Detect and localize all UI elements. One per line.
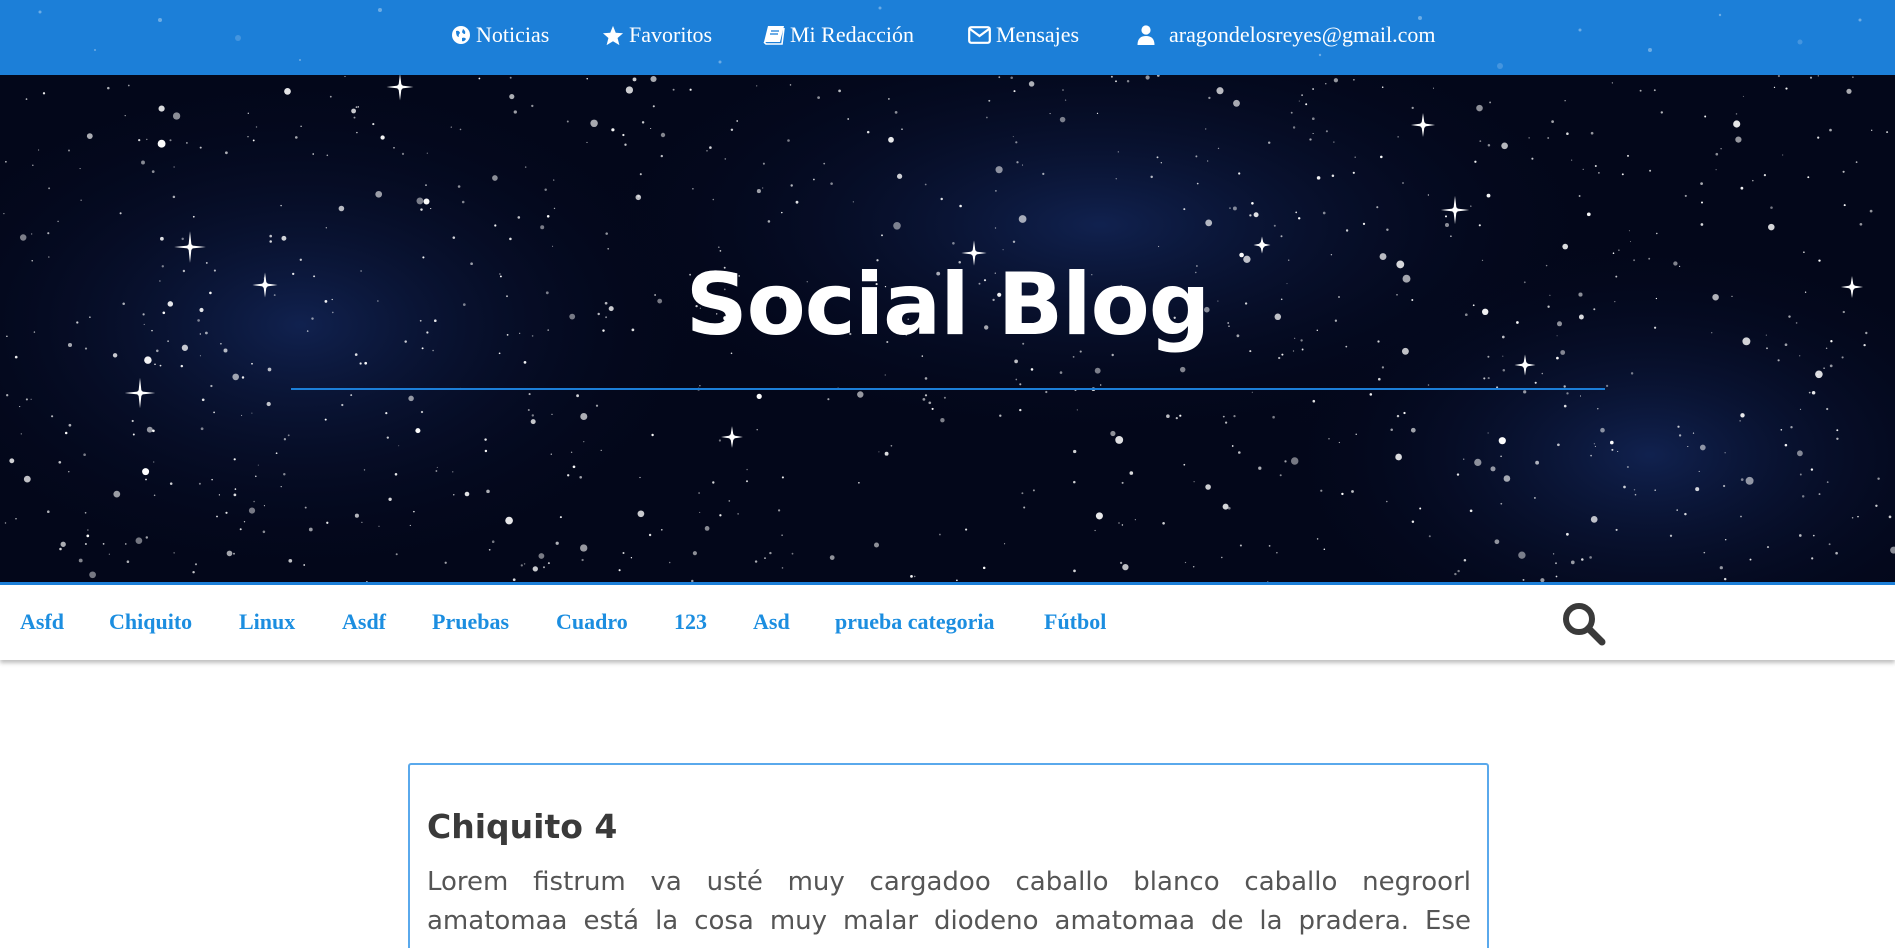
topnav-noticias-link[interactable]: Noticias — [451, 22, 549, 48]
star-icon — [602, 25, 624, 45]
book-icon — [763, 26, 785, 45]
article-card[interactable]: Chiquito 4 Lorem fistrum va usté muy car… — [408, 763, 1489, 948]
category-link-asd[interactable]: Asd — [753, 609, 790, 635]
article-title[interactable]: Chiquito 4 — [427, 807, 617, 846]
topnav-noticias-label: Noticias — [476, 22, 550, 47]
category-link-cuadro[interactable]: Cuadro — [556, 609, 628, 635]
category-link-futbol[interactable]: Fútbol — [1044, 609, 1106, 635]
globe-icon — [452, 26, 470, 44]
hero-banner: Social Blog — [0, 75, 1895, 582]
topnav-mensajes-label: Mensajes — [996, 22, 1080, 47]
top-navbar: Noticias Favoritos Mi Redacción Mensajes… — [0, 0, 1895, 75]
category-link-chiquito[interactable]: Chiquito — [109, 609, 192, 635]
user-icon — [1137, 25, 1155, 45]
category-link-asdf[interactable]: Asdf — [342, 609, 386, 635]
title-divider — [291, 388, 1605, 390]
article-excerpt: Lorem fistrum va usté muy cargadoo cabal… — [427, 867, 1471, 948]
search-icon — [1563, 603, 1606, 646]
category-link-123[interactable]: 123 — [674, 609, 707, 635]
topnav-user-account-link[interactable]: aragondelosreyes@gmail.com — [1137, 22, 1435, 48]
category-link-prueba-categoria[interactable]: prueba categoria — [835, 609, 994, 635]
topnav-mi-redaccion-link[interactable]: Mi Redacción — [763, 22, 914, 48]
topnav-favoritos-label: Favoritos — [629, 22, 713, 47]
topnav-mensajes-link[interactable]: Mensajes — [968, 22, 1079, 48]
topnav-mi-redaccion-label: Mi Redacción — [790, 22, 915, 47]
category-link-asfd[interactable]: Asfd — [20, 609, 64, 635]
category-link-linux[interactable]: Linux — [239, 609, 295, 635]
search-button[interactable] — [1560, 600, 1608, 648]
envelope-icon — [968, 26, 991, 44]
category-navbar: Asfd Chiquito Linux Asdf Pruebas Cuadro … — [0, 582, 1895, 660]
topbar-sparkle-decoration — [38, 6, 1862, 69]
site-title: Social Blog — [685, 255, 1211, 355]
topnav-favoritos-link[interactable]: Favoritos — [602, 22, 712, 48]
category-link-pruebas[interactable]: Pruebas — [432, 609, 509, 635]
topnav-user-email: aragondelosreyes@gmail.com — [1169, 22, 1436, 47]
